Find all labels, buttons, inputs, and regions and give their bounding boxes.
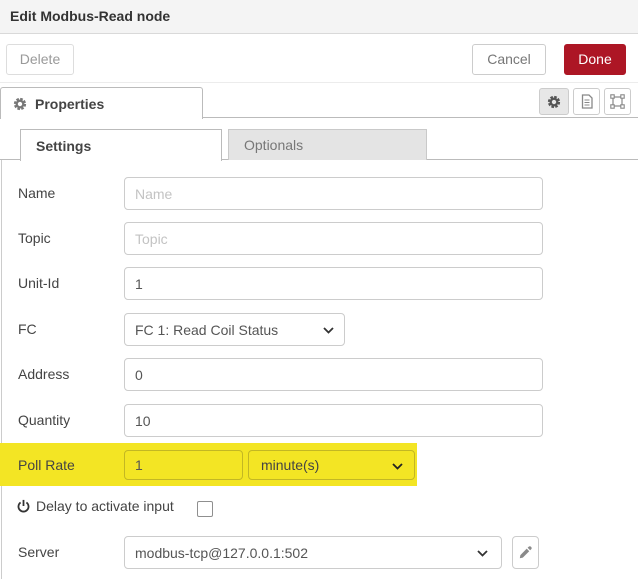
poll-rate-unit-select[interactable]: minute(s) — [248, 450, 415, 480]
pane-left-border — [1, 160, 2, 579]
dialog-title: Edit Modbus-Read node — [10, 8, 171, 24]
poll-rate-unit-value: minute(s) — [261, 457, 320, 473]
description-pane-button[interactable] — [573, 88, 600, 115]
tab-properties[interactable]: Properties — [0, 87, 203, 119]
server-label: Server — [18, 544, 60, 560]
gear-icon — [547, 95, 561, 109]
tab-optionals-label: Optionals — [244, 137, 304, 153]
quantity-input[interactable] — [124, 404, 543, 437]
pencil-icon — [519, 546, 532, 559]
dialog-button-bar: Delete Cancel Done — [0, 34, 638, 83]
settings-tab-bar: Settings Optionals — [0, 118, 638, 161]
doc-icon — [580, 94, 594, 109]
tab-settings[interactable]: Settings — [20, 129, 222, 161]
name-input[interactable] — [124, 177, 543, 210]
gear-icon — [13, 97, 27, 111]
chevron-down-icon — [392, 463, 403, 470]
address-label: Address — [18, 366, 70, 382]
power-icon — [17, 499, 30, 513]
tab-properties-label: Properties — [35, 95, 105, 112]
server-select[interactable]: modbus-tcp@127.0.0.1:502 — [124, 536, 502, 569]
edit-node-dialog: Edit Modbus-Read node Delete Cancel Done… — [0, 0, 638, 579]
quantity-label: Quantity — [18, 412, 71, 428]
dialog-header: Edit Modbus-Read node — [0, 0, 638, 34]
poll-rate-input[interactable] — [124, 450, 243, 480]
address-input[interactable] — [124, 358, 543, 391]
chevron-down-icon — [323, 327, 334, 334]
done-button[interactable]: Done — [564, 44, 626, 75]
unit-id-input[interactable] — [124, 267, 543, 300]
topic-input[interactable] — [124, 222, 543, 255]
fc-label: FC — [18, 321, 37, 337]
delay-label: Delay to activate input — [36, 498, 174, 514]
unit-id-label: Unit-Id — [18, 275, 60, 291]
editor-tab-bar: Properties — [0, 85, 638, 119]
delay-checkbox[interactable] — [197, 501, 213, 517]
appearance-icon — [610, 94, 625, 109]
poll-rate-label: Poll Rate — [18, 457, 75, 473]
name-label: Name — [18, 185, 56, 201]
server-select-value: modbus-tcp@127.0.0.1:502 — [135, 544, 308, 561]
delay-row: Delay to activate input — [17, 498, 174, 514]
chevron-down-icon — [477, 550, 488, 557]
delete-button[interactable]: Delete — [6, 44, 74, 75]
cancel-button[interactable]: Cancel — [472, 44, 546, 75]
tab-optionals[interactable]: Optionals — [228, 129, 427, 160]
topic-label: Topic — [18, 230, 51, 246]
tab-settings-label: Settings — [36, 137, 92, 154]
properties-pane-button[interactable] — [539, 88, 569, 115]
fc-select-value: FC 1: Read Coil Status — [135, 321, 279, 338]
fc-select[interactable]: FC 1: Read Coil Status — [124, 313, 345, 346]
appearance-pane-button[interactable] — [604, 88, 631, 115]
server-edit-button[interactable] — [512, 536, 539, 569]
